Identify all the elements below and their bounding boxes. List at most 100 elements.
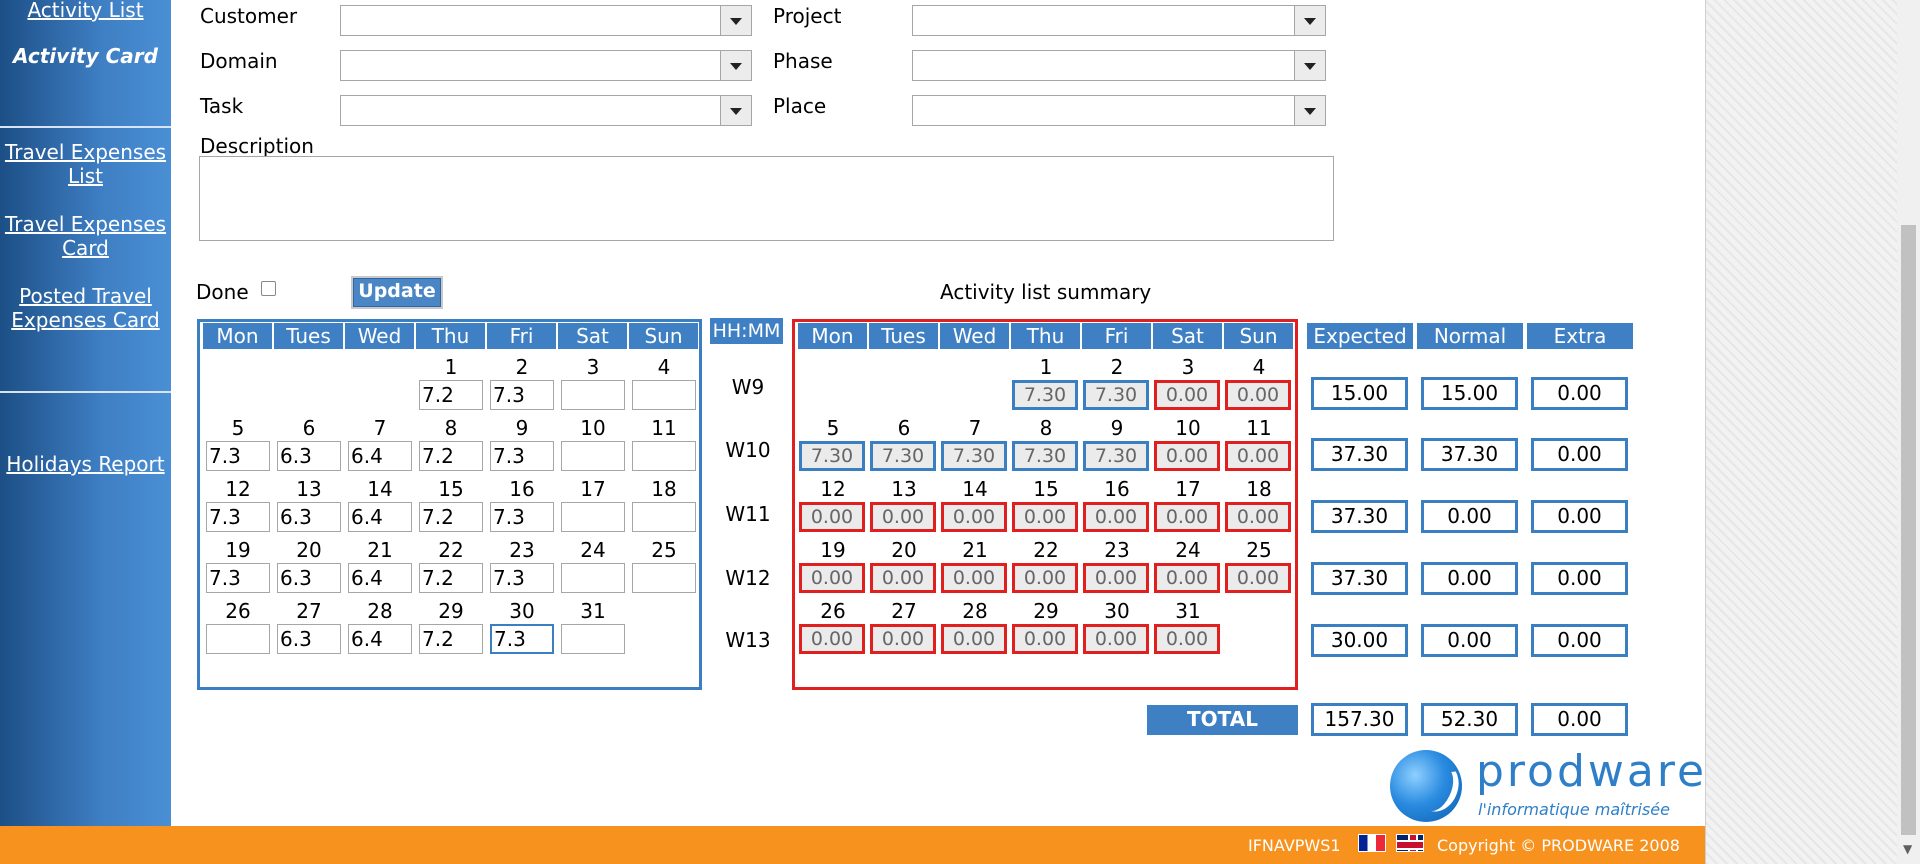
hours-input[interactable]: 7.2 bbox=[419, 380, 483, 410]
phase-select[interactable] bbox=[912, 50, 1326, 81]
scroll-down-arrow-icon[interactable]: ▼ bbox=[1903, 842, 1912, 856]
summary-day-number: 19 bbox=[820, 538, 846, 562]
summary-day-number: 21 bbox=[962, 538, 988, 562]
chevron-down-icon[interactable] bbox=[720, 51, 751, 80]
customer-label: Customer bbox=[200, 4, 298, 28]
copyright-text: Copyright © PRODWARE 2008 bbox=[1437, 836, 1680, 855]
hours-input[interactable]: 7.3 bbox=[206, 441, 270, 471]
summary-hours-value: 0.00 bbox=[1225, 563, 1291, 593]
task-select[interactable] bbox=[340, 95, 752, 126]
hours-input[interactable]: 7.3 bbox=[490, 624, 554, 654]
total-label: TOTAL bbox=[1147, 705, 1298, 735]
total-extra: 0.00 bbox=[1531, 703, 1628, 736]
hours-input[interactable] bbox=[632, 563, 696, 593]
extra-header: Extra bbox=[1527, 323, 1633, 349]
nav-travel-expenses-list-line2: List bbox=[68, 164, 103, 188]
hours-input[interactable]: 7.2 bbox=[419, 624, 483, 654]
hours-input[interactable]: 6.3 bbox=[277, 624, 341, 654]
nav-activity-list[interactable]: Activity List bbox=[0, 0, 171, 22]
day-number: 28 bbox=[367, 599, 393, 623]
summary-hours-value: 0.00 bbox=[799, 502, 865, 532]
summary-day-number: 3 bbox=[1181, 355, 1195, 379]
hours-input[interactable]: 6.4 bbox=[348, 441, 412, 471]
hours-input[interactable]: 7.3 bbox=[206, 563, 270, 593]
chevron-down-icon[interactable] bbox=[1294, 6, 1325, 35]
hours-input[interactable]: 6.3 bbox=[277, 563, 341, 593]
place-label: Place bbox=[773, 94, 827, 118]
summary-hours-value: 0.00 bbox=[1083, 563, 1149, 593]
hours-input[interactable]: 7.2 bbox=[419, 563, 483, 593]
uk-flag-icon[interactable] bbox=[1396, 834, 1424, 852]
summary-hours-value: 0.00 bbox=[1154, 380, 1220, 410]
extra-value: 0.00 bbox=[1531, 500, 1628, 533]
day-header-mon: Mon bbox=[203, 323, 272, 349]
hours-input[interactable]: 7.3 bbox=[206, 502, 270, 532]
hours-input[interactable]: 7.3 bbox=[490, 563, 554, 593]
hours-input[interactable] bbox=[561, 502, 625, 532]
summary-day-header-wed: Wed bbox=[940, 323, 1009, 349]
summary-day-number: 28 bbox=[962, 599, 988, 623]
domain-select[interactable] bbox=[340, 50, 752, 81]
hours-input[interactable]: 6.3 bbox=[277, 502, 341, 532]
day-number: 25 bbox=[651, 538, 677, 562]
normal-value: 0.00 bbox=[1421, 624, 1518, 657]
day-number: 14 bbox=[367, 477, 393, 501]
nav-activity-card[interactable]: Activity Card bbox=[0, 44, 171, 68]
done-checkbox[interactable] bbox=[261, 281, 276, 296]
summary-day-number: 16 bbox=[1104, 477, 1130, 501]
summary-day-header-sun: Sun bbox=[1224, 323, 1293, 349]
nav-divider bbox=[0, 391, 171, 393]
nav-posted-travel-expenses-card[interactable]: Posted Travel Expenses Card bbox=[0, 284, 171, 332]
place-select[interactable] bbox=[912, 95, 1326, 126]
hours-input[interactable] bbox=[561, 441, 625, 471]
extra-value: 0.00 bbox=[1531, 624, 1628, 657]
hhmm-label: HH:MM bbox=[710, 318, 783, 344]
customer-select[interactable] bbox=[340, 5, 752, 36]
prodware-logo: prodware l'informatique maîtrisée bbox=[1386, 748, 1704, 828]
hours-input[interactable] bbox=[561, 624, 625, 654]
hours-input[interactable]: 7.3 bbox=[490, 380, 554, 410]
task-label: Task bbox=[200, 94, 244, 118]
summary-day-number: 4 bbox=[1252, 355, 1266, 379]
hours-input[interactable] bbox=[632, 441, 696, 471]
day-number: 30 bbox=[509, 599, 535, 623]
hours-input[interactable]: 7.2 bbox=[419, 502, 483, 532]
update-button[interactable]: Update bbox=[351, 276, 443, 309]
expected-value: 30.00 bbox=[1311, 624, 1408, 657]
description-textarea[interactable] bbox=[199, 156, 1334, 241]
day-header-wed: Wed bbox=[345, 323, 414, 349]
hours-input[interactable]: 7.3 bbox=[490, 441, 554, 471]
nav-travel-expenses-card[interactable]: Travel Expenses Card bbox=[0, 212, 171, 260]
day-number: 10 bbox=[580, 416, 606, 440]
project-select[interactable] bbox=[912, 5, 1326, 36]
chevron-down-icon[interactable] bbox=[1294, 51, 1325, 80]
chevron-down-icon[interactable] bbox=[1294, 96, 1325, 125]
day-number: 11 bbox=[651, 416, 677, 440]
summary-hours-value: 0.00 bbox=[1154, 624, 1220, 654]
chevron-down-icon[interactable] bbox=[720, 96, 751, 125]
hours-input[interactable]: 6.4 bbox=[348, 563, 412, 593]
hours-input[interactable] bbox=[561, 563, 625, 593]
hours-input[interactable] bbox=[561, 380, 625, 410]
hours-input[interactable] bbox=[632, 380, 696, 410]
summary-hours-value: 0.00 bbox=[799, 563, 865, 593]
hours-input[interactable]: 7.2 bbox=[419, 441, 483, 471]
hours-input[interactable]: 7.3 bbox=[490, 502, 554, 532]
nav-posted-line2: Expenses Card bbox=[11, 308, 160, 332]
hours-input[interactable] bbox=[206, 624, 270, 654]
nav-posted-line1: Posted Travel bbox=[19, 284, 152, 308]
nav-travel-expenses-list[interactable]: Travel Expenses List bbox=[0, 140, 171, 188]
hours-input[interactable]: 6.4 bbox=[348, 502, 412, 532]
french-flag-icon[interactable] bbox=[1358, 834, 1386, 852]
summary-day-number: 25 bbox=[1246, 538, 1272, 562]
nav-holidays-report[interactable]: Holidays Report bbox=[0, 452, 171, 476]
day-number: 29 bbox=[438, 599, 464, 623]
hours-input[interactable] bbox=[632, 502, 696, 532]
extra-value: 0.00 bbox=[1531, 438, 1628, 471]
hours-input[interactable]: 6.3 bbox=[277, 441, 341, 471]
chevron-down-icon[interactable] bbox=[720, 6, 751, 35]
summary-hours-value: 0.00 bbox=[1012, 563, 1078, 593]
hours-input[interactable]: 6.4 bbox=[348, 624, 412, 654]
vertical-scrollbar[interactable]: ▼ bbox=[1897, 0, 1920, 864]
scrollbar-thumb[interactable] bbox=[1901, 225, 1916, 835]
